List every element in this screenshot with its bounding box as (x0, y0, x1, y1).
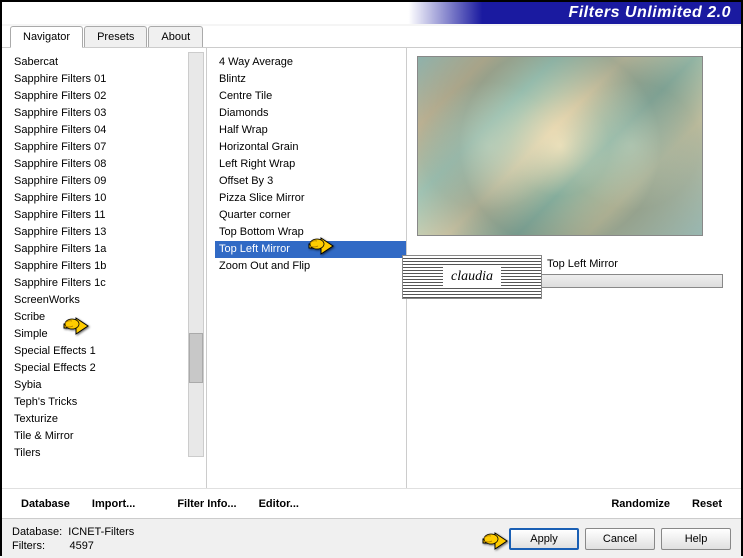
database-label: Database: (12, 526, 62, 538)
list-item[interactable]: Tile & Mirror (10, 428, 206, 445)
list-item[interactable]: Sapphire Filters 13 (10, 224, 206, 241)
filter-info-button[interactable]: Filter Info... (166, 493, 247, 515)
progress-bar (527, 274, 723, 288)
status-bar: Database: ICNET-Filters Filters: 4597 Ap… (2, 518, 741, 558)
tab-navigator[interactable]: Navigator (10, 26, 83, 48)
list-item[interactable]: Centre Tile (215, 88, 406, 105)
list-item[interactable]: Diamonds (215, 105, 406, 122)
list-item[interactable]: Sapphire Filters 07 (10, 139, 206, 156)
list-item[interactable]: Teph's Tricks (10, 394, 206, 411)
tab-about[interactable]: About (148, 26, 203, 47)
content-area: SabercatSapphire Filters 01Sapphire Filt… (2, 48, 741, 488)
list-item[interactable]: Sapphire Filters 1c (10, 275, 206, 292)
list-item[interactable]: Sapphire Filters 1b (10, 258, 206, 275)
help-button[interactable]: Help (661, 528, 731, 550)
list-item[interactable]: Simple (10, 326, 206, 343)
filter-column: 4 Way AverageBlintzCentre TileDiamondsHa… (207, 48, 407, 488)
list-item[interactable]: Sapphire Filters 09 (10, 173, 206, 190)
list-item[interactable]: Sapphire Filters 04 (10, 122, 206, 139)
list-item[interactable]: Top Bottom Wrap (215, 224, 406, 241)
preview-image (417, 56, 703, 236)
list-item[interactable]: Sapphire Filters 08 (10, 156, 206, 173)
tab-bar: Navigator Presets About (2, 26, 741, 48)
import-button[interactable]: Import... (81, 493, 146, 515)
filter-listbox[interactable]: 4 Way AverageBlintzCentre TileDiamondsHa… (215, 54, 406, 459)
watermark-text: claudia (443, 267, 501, 287)
status-info: Database: ICNET-Filters Filters: 4597 (12, 525, 134, 553)
category-listbox[interactable]: SabercatSapphire Filters 01Sapphire Filt… (10, 54, 206, 459)
category-column: SabercatSapphire Filters 01Sapphire Filt… (2, 48, 207, 488)
list-item[interactable]: 4 Way Average (215, 54, 406, 71)
list-item[interactable]: Sabercat (10, 54, 206, 71)
list-item[interactable]: Sybia (10, 377, 206, 394)
list-item[interactable]: Pizza Slice Mirror (215, 190, 406, 207)
list-item[interactable]: Half Wrap (215, 122, 406, 139)
list-item[interactable]: Blintz (215, 71, 406, 88)
tab-presets[interactable]: Presets (84, 26, 147, 47)
dialog-buttons: Apply Cancel Help (509, 528, 731, 550)
list-item[interactable]: Sapphire Filters 01 (10, 71, 206, 88)
list-item[interactable]: Scribe (10, 309, 206, 326)
apply-button[interactable]: Apply (509, 528, 579, 550)
list-item[interactable]: Top Left Mirror (215, 241, 406, 258)
filters-label: Filters: (12, 540, 45, 552)
list-item[interactable]: Sapphire Filters 11 (10, 207, 206, 224)
app-title: Filters Unlimited 2.0 (568, 4, 731, 22)
list-item[interactable]: Tilers (10, 445, 206, 459)
list-item[interactable]: Horizontal Grain (215, 139, 406, 156)
database-button[interactable]: Database (10, 493, 81, 515)
database-value: ICNET-Filters (68, 526, 134, 538)
editor-button[interactable]: Editor... (248, 493, 310, 515)
cancel-button[interactable]: Cancel (585, 528, 655, 550)
reset-button[interactable]: Reset (681, 493, 733, 515)
category-scrollbar[interactable] (188, 52, 204, 457)
list-item[interactable]: Texturize (10, 411, 206, 428)
list-item[interactable]: Sapphire Filters 10 (10, 190, 206, 207)
watermark-badge: claudia (402, 255, 542, 299)
list-item[interactable]: Sapphire Filters 03 (10, 105, 206, 122)
list-item[interactable]: Quarter corner (215, 207, 406, 224)
list-item[interactable]: Sapphire Filters 1a (10, 241, 206, 258)
list-item[interactable]: Special Effects 1 (10, 343, 206, 360)
toolbar-row: Database Import... Filter Info... Editor… (2, 488, 741, 518)
list-item[interactable]: ScreenWorks (10, 292, 206, 309)
randomize-button[interactable]: Randomize (600, 493, 681, 515)
pointer-icon (481, 528, 509, 550)
list-item[interactable]: Left Right Wrap (215, 156, 406, 173)
list-item[interactable]: Sapphire Filters 02 (10, 88, 206, 105)
title-bar: Filters Unlimited 2.0 (2, 2, 741, 24)
list-item[interactable]: Zoom Out and Flip (215, 258, 406, 275)
list-item[interactable]: Offset By 3 (215, 173, 406, 190)
scrollbar-thumb[interactable] (189, 333, 203, 383)
list-item[interactable]: Special Effects 2 (10, 360, 206, 377)
filters-count: 4597 (69, 540, 93, 552)
